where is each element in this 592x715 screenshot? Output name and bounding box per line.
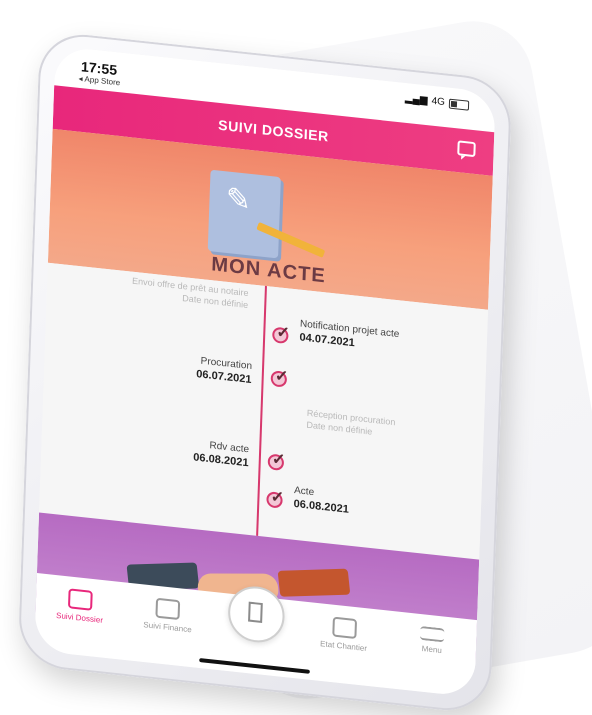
chat-icon[interactable] bbox=[457, 140, 476, 158]
timeline-step-reception-procuration: Réception procuration Date non définie bbox=[306, 408, 448, 446]
signal-icon: ▂▄▆ bbox=[404, 92, 428, 107]
timeline-step-rdv-acte: Rdv acte 06.08.2021 bbox=[152, 433, 249, 470]
tab-menu[interactable]: Menu bbox=[396, 623, 467, 657]
folder-icon bbox=[67, 588, 93, 611]
coins-icon bbox=[155, 597, 181, 621]
tab-home-building[interactable] bbox=[220, 583, 292, 646]
menu-icon bbox=[420, 625, 445, 643]
tab-etat-chantier[interactable]: Etat Chantier bbox=[308, 614, 380, 654]
handshake-icon bbox=[277, 568, 351, 597]
timeline-step-notification: Notification projet acte 04.07.2021 bbox=[299, 318, 451, 361]
timeline-line bbox=[256, 285, 267, 536]
timeline-step-acte: Acte 06.08.2021 bbox=[293, 484, 425, 525]
tab-label: Suivi Finance bbox=[143, 620, 192, 635]
tab-label: Suivi Dossier bbox=[55, 610, 104, 625]
screen: 17:55 ◂ App Store ▂▄▆ 4G SUIVI DOSSIER M… bbox=[34, 45, 496, 698]
battery-icon bbox=[448, 98, 470, 111]
check-icon bbox=[270, 370, 288, 388]
document-illustration-icon bbox=[207, 169, 281, 259]
timeline-step-procuration: Procuration 06.07.2021 bbox=[155, 350, 252, 387]
phone: 17:55 ◂ App Store ▂▄▆ 4G SUIVI DOSSIER M… bbox=[17, 30, 513, 715]
tab-label: Etat Chantier bbox=[319, 639, 368, 654]
tab-suivi-finance[interactable]: Suivi Finance bbox=[132, 595, 204, 635]
crane-icon bbox=[331, 616, 357, 639]
timeline: Envoi offre de prêt au notaire Date non … bbox=[39, 262, 489, 560]
network-label: 4G bbox=[431, 95, 446, 109]
check-icon bbox=[266, 491, 283, 509]
status-icons: ▂▄▆ 4G bbox=[405, 93, 470, 111]
check-icon bbox=[267, 453, 285, 472]
tab-suivi-dossier[interactable]: Suivi Dossier bbox=[44, 586, 116, 626]
check-icon bbox=[272, 326, 289, 345]
tab-label: Menu bbox=[421, 644, 443, 656]
page-title: SUIVI DOSSIER bbox=[217, 116, 330, 145]
